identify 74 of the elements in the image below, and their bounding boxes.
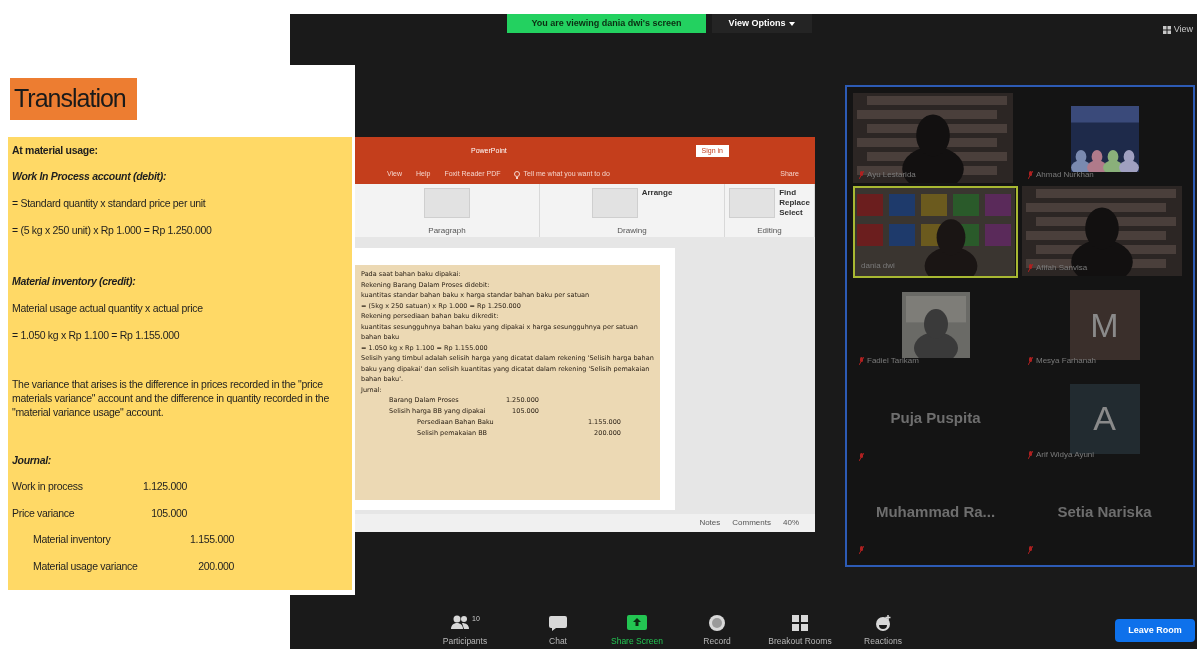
viewing-banner: You are viewing dania dwi's screen xyxy=(507,14,706,33)
lightbulb-icon xyxy=(514,170,521,179)
muted-mic-icon xyxy=(1028,171,1033,179)
muted-mic-icon xyxy=(859,452,864,461)
formula-text: = (5 kg x 250 unit) x Rp 1.000 = Rp 1.250.000 xyxy=(12,222,213,238)
record-icon xyxy=(707,614,727,632)
section-label: At material usage: xyxy=(12,143,99,159)
grid-icon xyxy=(1162,25,1171,34)
muted-mic-icon xyxy=(859,171,864,179)
people-icon xyxy=(450,614,471,632)
toolbar-button[interactable]: Reactions xyxy=(845,612,921,649)
participant-name: Setia Nariska xyxy=(1057,501,1152,522)
status-item[interactable]: Notes xyxy=(699,517,721,529)
muted-mic-icon xyxy=(859,545,864,554)
debit-amount: 1.125.000 xyxy=(142,479,187,495)
explanation-text: The variance that arises is the difference in prices recorded in the "price materials variance" account and the difference in quantity recorded in the "material variance usage" account. xyxy=(12,377,330,420)
section-heading: Journal: xyxy=(12,453,53,469)
ribbon-button[interactable]: Find xyxy=(779,188,810,198)
muted-mic-icon xyxy=(1028,357,1033,366)
participant-name: Ayu Lestarida xyxy=(867,169,916,181)
video-tile[interactable]: M Mesya Farhanah xyxy=(1022,279,1187,372)
ribbon-controls[interactable] xyxy=(424,188,470,218)
video-tile[interactable]: Ayu Lestarida xyxy=(853,93,1018,185)
participant-name: Mesya Farhanah xyxy=(1036,355,1097,368)
account-name: Material inventory xyxy=(32,532,112,548)
view-button[interactable]: View xyxy=(1162,23,1193,36)
video-tile[interactable]: A Arif Widya Ayuni xyxy=(1022,372,1187,465)
toolbar-button[interactable]: Breakout Rooms xyxy=(762,612,838,649)
formula-text: = 1.050 kg x Rp 1.100 = Rp 1.155.000 xyxy=(12,327,181,343)
video-tile[interactable]: Fadiel Tarikam xyxy=(853,279,1018,372)
video-tile[interactable]: Ahmad Nurkhan xyxy=(1022,93,1187,185)
muted-mic-icon xyxy=(1028,264,1033,273)
video-tile[interactable]: Puja Puspita xyxy=(853,372,1018,465)
account-name: Material usage variance xyxy=(32,558,139,574)
caret-icon xyxy=(789,21,796,26)
view-options-button[interactable]: View Options xyxy=(712,14,812,33)
participant-name: Muhammad Ra... xyxy=(875,501,996,522)
participant-name: Ahmad Nurkhan xyxy=(1036,169,1094,181)
account-name: Price variance xyxy=(12,505,76,521)
ribbon-button[interactable]: Arrange xyxy=(641,188,673,198)
participant-name: Fadiel Tarikam xyxy=(867,355,919,368)
title-label: Translation xyxy=(10,78,137,120)
formula-text: Material usage actual quantity x actual price xyxy=(12,300,204,316)
muted-mic-icon xyxy=(1028,450,1033,459)
ribbon-controls[interactable] xyxy=(729,188,776,218)
section-heading: Material inventory (credit): xyxy=(12,274,137,290)
section-heading: Work In Process account (debit): xyxy=(12,169,168,185)
ribbon-button[interactable]: Select xyxy=(779,208,810,218)
speech-bubble-icon xyxy=(548,614,568,632)
ribbon-controls[interactable] xyxy=(591,188,638,218)
status-item[interactable]: 40% xyxy=(783,517,799,529)
participant-name: Puja Puspita xyxy=(890,408,981,429)
grid-icon xyxy=(790,614,810,632)
credit-amount: 1.155.000 xyxy=(189,532,234,548)
muted-mic-icon xyxy=(1028,545,1033,554)
credit-amount: 200.000 xyxy=(197,558,234,574)
group-label: Drawing xyxy=(616,226,648,237)
debit-amount: 105.000 xyxy=(150,505,187,521)
leave-room-button[interactable]: Leave Room xyxy=(1115,619,1195,642)
participant-name: dania dwi xyxy=(861,260,895,273)
ribbon-button[interactable]: Replace xyxy=(779,198,810,208)
toolbar-button[interactable]: Chat xyxy=(520,612,596,649)
group-label: Paragraph xyxy=(427,226,467,237)
video-tile[interactable]: Muhammad Ra... xyxy=(853,465,1018,558)
smiley-icon xyxy=(873,614,893,632)
toolbar-button[interactable]: Share Screen xyxy=(599,612,675,649)
video-tile[interactable]: dania dwi xyxy=(853,186,1018,279)
group-label: Editing xyxy=(756,226,783,237)
account-name: Work in process xyxy=(12,479,84,495)
video-tile[interactable]: Setia Nariska xyxy=(1022,465,1187,558)
muted-mic-icon xyxy=(859,357,864,366)
toolbar-button[interactable]: Record xyxy=(679,612,755,649)
formula-text: = Standard quantity x standard price per unit xyxy=(12,195,207,211)
status-item[interactable]: Comments xyxy=(732,517,771,529)
